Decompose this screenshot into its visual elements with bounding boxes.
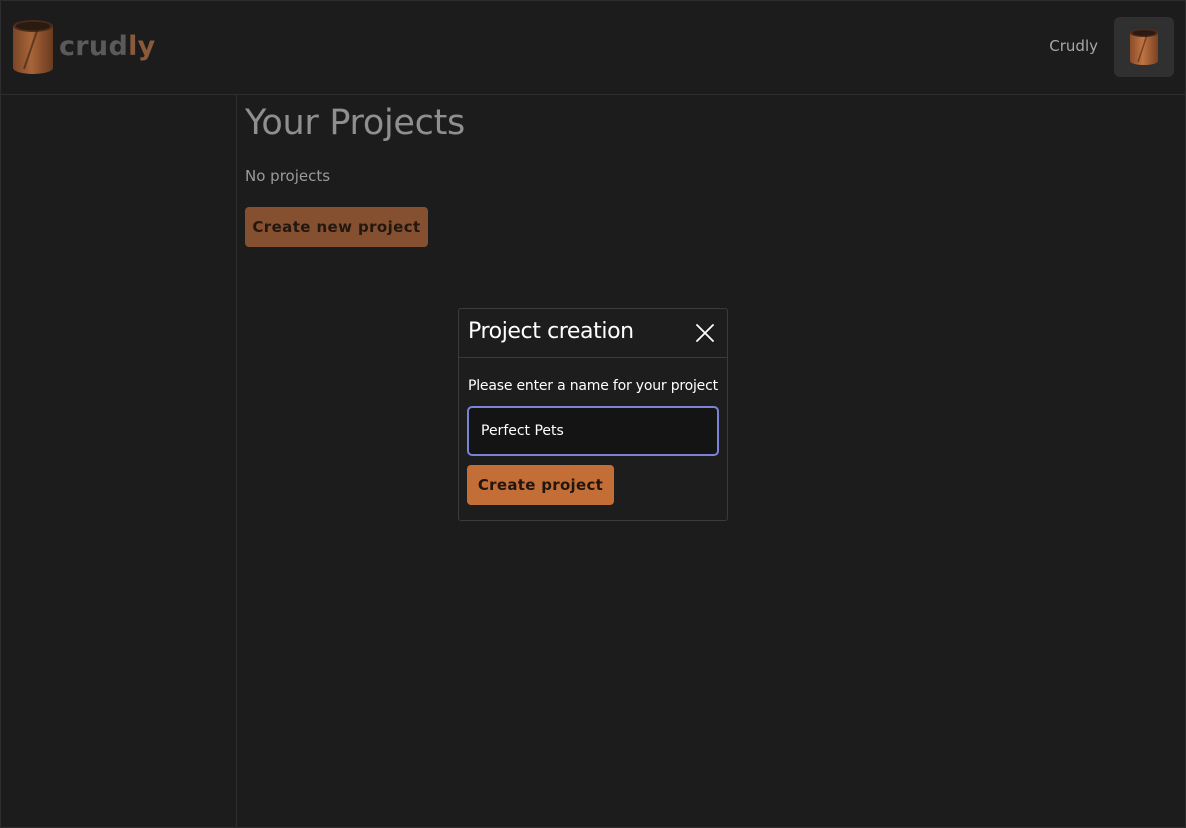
- create-new-project-button[interactable]: Create new project: [245, 207, 428, 247]
- logo-text-main: crud: [59, 30, 129, 62]
- logo-text: crudly: [59, 31, 156, 62]
- logo[interactable]: crudly: [12, 19, 156, 75]
- cylinder-avatar-icon: [1130, 29, 1158, 65]
- page-title: Your Projects: [245, 103, 465, 143]
- project-name-label: Please enter a name for your project: [468, 378, 718, 394]
- close-button[interactable]: [695, 323, 715, 343]
- cylinder-logo-icon: [13, 20, 53, 74]
- project-name-input[interactable]: [467, 406, 719, 456]
- user-name: Crudly: [1049, 37, 1098, 55]
- modal-title: Project creation: [468, 319, 634, 344]
- sidebar: [1, 95, 237, 827]
- empty-projects-text: No projects: [245, 167, 331, 185]
- top-bar: crudly Crudly: [1, 1, 1185, 95]
- avatar-button[interactable]: [1114, 17, 1174, 77]
- app-window: crudly Crudly Your Projects No projects …: [0, 0, 1186, 828]
- modal-header: Project creation: [459, 309, 727, 358]
- project-creation-modal: Project creation Please enter a name for…: [458, 308, 728, 521]
- close-icon: [696, 324, 714, 342]
- logo-text-accent: ly: [128, 30, 156, 62]
- create-project-button[interactable]: Create project: [467, 465, 614, 505]
